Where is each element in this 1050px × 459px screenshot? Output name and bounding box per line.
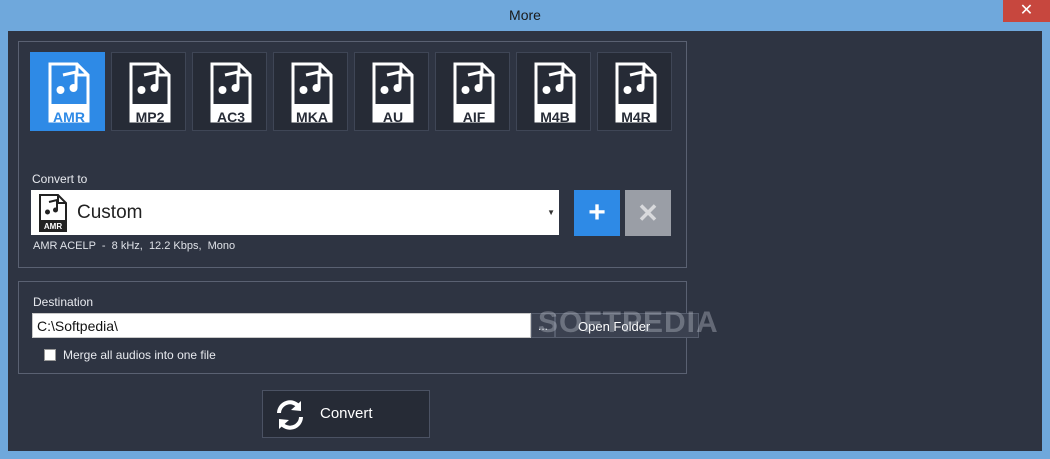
amr-file-icon: AMR bbox=[39, 194, 67, 232]
format-tile-m4r[interactable]: M4R bbox=[597, 52, 672, 131]
chevron-down-icon: ▼ bbox=[547, 208, 555, 217]
format-tile-label: MKA bbox=[296, 109, 328, 125]
refresh-icon bbox=[273, 398, 307, 432]
close-icon: ✕ bbox=[637, 198, 659, 228]
destination-label: Destination bbox=[33, 295, 94, 309]
convert-to-select[interactable]: AMR Custom ▼ bbox=[31, 190, 559, 235]
audio-file-icon: AIF bbox=[453, 62, 495, 125]
window-frame-left bbox=[0, 31, 8, 459]
audio-file-icon: M4R bbox=[615, 62, 657, 125]
audio-file-icon: AU bbox=[372, 62, 414, 125]
format-tile-amr[interactable]: AMR bbox=[30, 52, 105, 131]
select-icon-label: AMR bbox=[44, 222, 62, 231]
destination-path-input[interactable]: C:\Softpedia\ bbox=[32, 313, 531, 338]
window-frame-bottom bbox=[0, 451, 1050, 459]
format-tile-label: AU bbox=[382, 109, 404, 125]
convert-button[interactable]: Convert bbox=[262, 390, 430, 438]
format-tile-aif[interactable]: AIF bbox=[435, 52, 510, 131]
convert-button-label: Convert bbox=[320, 405, 373, 422]
window-frame-right bbox=[1042, 31, 1050, 459]
audio-file-icon: AMR bbox=[48, 62, 90, 125]
format-tile-ac3[interactable]: AC3 bbox=[192, 52, 267, 131]
window-title: More bbox=[509, 7, 541, 23]
close-icon: ✕ bbox=[1019, 2, 1034, 19]
merge-checkbox[interactable] bbox=[44, 349, 56, 361]
audio-file-icon: MKA bbox=[291, 62, 333, 125]
format-tile-label: M4R bbox=[621, 109, 651, 125]
close-button[interactable]: ✕ bbox=[1003, 0, 1050, 22]
audio-file-icon: MP2 bbox=[129, 62, 171, 125]
format-info-text: AMR ACELP - 8 kHz, 12.2 Kbps, Mono bbox=[33, 240, 236, 252]
audio-file-icon: AC3 bbox=[210, 62, 252, 125]
format-tile-m4b[interactable]: M4B bbox=[516, 52, 591, 131]
convert-to-value: Custom bbox=[77, 202, 143, 223]
format-tile-label: AIF bbox=[462, 109, 486, 125]
browse-button[interactable]: ... bbox=[531, 313, 555, 338]
format-tile-mka[interactable]: MKA bbox=[273, 52, 348, 131]
format-tile-label: AC3 bbox=[216, 109, 245, 125]
add-preset-button[interactable]: + bbox=[574, 190, 620, 236]
format-tile-label: M4B bbox=[540, 109, 570, 125]
format-tile-mp2[interactable]: MP2 bbox=[111, 52, 186, 131]
remove-preset-button[interactable]: ✕ bbox=[625, 190, 671, 236]
convert-to-label: Convert to bbox=[32, 172, 88, 186]
format-tile-label: MP2 bbox=[135, 109, 165, 125]
plus-icon: + bbox=[588, 196, 606, 229]
format-tile-au[interactable]: AU bbox=[354, 52, 429, 131]
format-tile-label: AMR bbox=[53, 109, 85, 125]
merge-checkbox-label: Merge all audios into one file bbox=[63, 348, 216, 362]
open-folder-button[interactable]: Open Folder bbox=[555, 313, 699, 338]
audio-file-icon: M4B bbox=[534, 62, 576, 125]
